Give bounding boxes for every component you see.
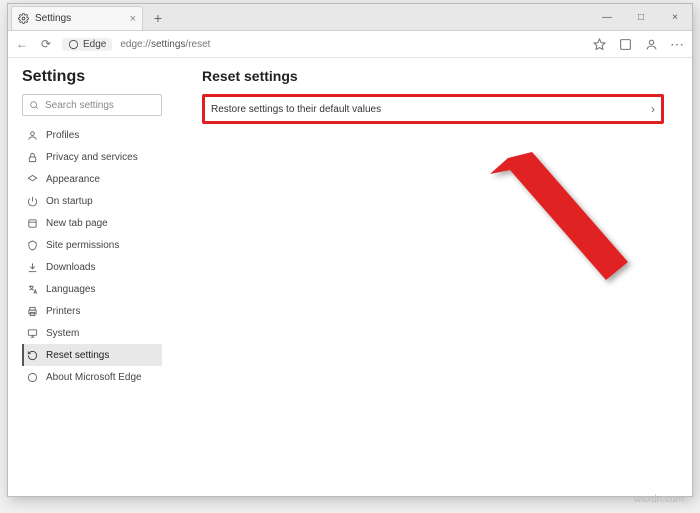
search-icon bbox=[29, 100, 39, 110]
sidebar-item-languages[interactable]: Languages bbox=[22, 278, 162, 300]
back-button[interactable]: ← bbox=[14, 37, 30, 51]
download-icon bbox=[26, 262, 39, 273]
url-seg2: /reset bbox=[185, 39, 210, 50]
sidebar-item-permissions[interactable]: Site permissions bbox=[22, 234, 162, 256]
shield-icon bbox=[26, 240, 39, 251]
sidebar-item-label: Appearance bbox=[46, 174, 100, 185]
sidebar-item-reset[interactable]: Reset settings bbox=[22, 344, 162, 366]
profile-icon bbox=[26, 130, 39, 141]
sidebar-item-label: System bbox=[46, 328, 79, 339]
sidebar-item-label: On startup bbox=[46, 196, 93, 207]
window-controls: — □ × bbox=[590, 4, 692, 31]
profile-button[interactable] bbox=[642, 38, 660, 51]
edge-logo-icon bbox=[26, 372, 39, 383]
sidebar-item-downloads[interactable]: Downloads bbox=[22, 256, 162, 278]
chevron-right-icon: › bbox=[651, 102, 655, 116]
search-settings-input[interactable]: Search settings bbox=[22, 94, 162, 116]
browser-window: Settings × + — □ × ← ⟳ Edge edge://setti… bbox=[7, 3, 693, 497]
sidebar-item-label: Profiles bbox=[46, 130, 79, 141]
favorites-button[interactable] bbox=[590, 38, 608, 51]
tab-strip: Settings × + — □ × bbox=[8, 4, 692, 31]
reset-icon bbox=[26, 350, 39, 361]
sidebar-title: Settings bbox=[22, 68, 162, 86]
site-identity-chip[interactable]: Edge bbox=[62, 38, 112, 51]
watermark: wsxdn.com bbox=[634, 494, 684, 505]
minimize-button[interactable]: — bbox=[590, 4, 624, 31]
restore-defaults-label: Restore settings to their default values bbox=[211, 104, 381, 115]
close-window-button[interactable]: × bbox=[658, 4, 692, 31]
search-placeholder: Search settings bbox=[45, 100, 114, 111]
sidebar-item-label: Languages bbox=[46, 284, 96, 295]
tab-settings[interactable]: Settings × bbox=[11, 6, 143, 30]
sidebar-item-label: New tab page bbox=[46, 218, 108, 229]
edge-icon bbox=[68, 39, 79, 50]
language-icon bbox=[26, 284, 39, 295]
sidebar-item-privacy[interactable]: Privacy and services bbox=[22, 146, 162, 168]
sidebar-item-label: Privacy and services bbox=[46, 152, 138, 163]
sidebar-item-label: Printers bbox=[46, 306, 80, 317]
annotation-arrow bbox=[490, 150, 660, 320]
sidebar-item-label: Reset settings bbox=[46, 350, 109, 361]
power-icon bbox=[26, 196, 39, 207]
tab-title: Settings bbox=[35, 13, 71, 24]
sidebar-item-about[interactable]: About Microsoft Edge bbox=[22, 366, 162, 388]
new-tab-button[interactable]: + bbox=[147, 7, 169, 29]
refresh-button[interactable]: ⟳ bbox=[38, 37, 54, 51]
url-display[interactable]: edge://settings/reset bbox=[120, 39, 210, 50]
sidebar-item-printers[interactable]: Printers bbox=[22, 300, 162, 322]
sidebar-item-appearance[interactable]: Appearance bbox=[22, 168, 162, 190]
sidebar-item-label: Site permissions bbox=[46, 240, 119, 251]
sidebar: Settings Search settings Profiles Privac… bbox=[8, 58, 170, 496]
lock-icon bbox=[26, 152, 39, 163]
url-prefix: edge:// bbox=[120, 39, 151, 50]
system-icon bbox=[26, 328, 39, 339]
content-area: Settings Search settings Profiles Privac… bbox=[8, 58, 692, 496]
sidebar-item-label: Downloads bbox=[46, 262, 95, 273]
tab-close-button[interactable]: × bbox=[130, 13, 136, 25]
url-seg1: settings bbox=[151, 39, 185, 50]
sidebar-item-newtab[interactable]: New tab page bbox=[22, 212, 162, 234]
page-icon bbox=[26, 218, 39, 229]
sidebar-item-label: About Microsoft Edge bbox=[46, 372, 142, 383]
extensions-button[interactable] bbox=[616, 38, 634, 51]
appearance-icon bbox=[26, 174, 39, 185]
menu-button[interactable]: ⋯ bbox=[668, 36, 686, 53]
restore-defaults-row[interactable]: Restore settings to their default values… bbox=[202, 94, 664, 124]
sidebar-nav: Profiles Privacy and services Appearance… bbox=[22, 124, 162, 388]
sidebar-item-system[interactable]: System bbox=[22, 322, 162, 344]
sidebar-item-profiles[interactable]: Profiles bbox=[22, 124, 162, 146]
maximize-button[interactable]: □ bbox=[624, 4, 658, 31]
main-panel: Reset settings Restore settings to their… bbox=[170, 58, 692, 496]
gear-icon bbox=[18, 13, 29, 24]
page-heading: Reset settings bbox=[202, 68, 670, 84]
printer-icon bbox=[26, 306, 39, 317]
sidebar-item-startup[interactable]: On startup bbox=[22, 190, 162, 212]
chip-label: Edge bbox=[83, 39, 106, 50]
address-bar: ← ⟳ Edge edge://settings/reset ⋯ bbox=[8, 31, 692, 58]
